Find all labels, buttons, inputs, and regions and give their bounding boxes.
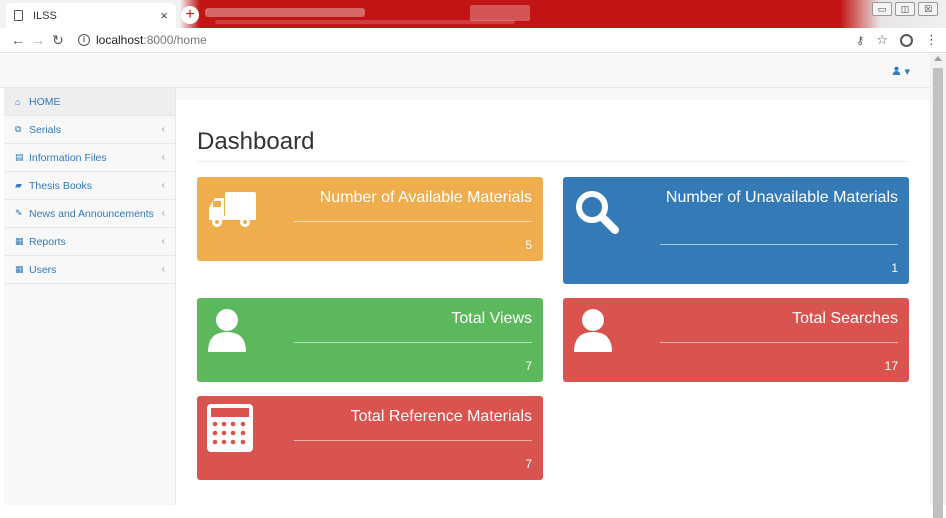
star-icon[interactable]: ☆ bbox=[876, 32, 888, 48]
page-title: Dashboard bbox=[197, 128, 315, 155]
tab-title: ILSS bbox=[33, 9, 57, 22]
card-divider bbox=[660, 244, 898, 245]
chevron-left-icon: ‹ bbox=[161, 152, 165, 163]
blurred-tab-region bbox=[215, 20, 515, 24]
user-icon bbox=[893, 66, 901, 75]
sidebar-item-thesis-books[interactable]: ▰ Thesis Books ‹ bbox=[4, 172, 175, 200]
site-info-icon[interactable]: i bbox=[78, 34, 90, 46]
sidebar-item-label: HOME bbox=[29, 95, 61, 108]
sidebar-item-label: News and Announcements bbox=[29, 207, 154, 220]
sidebar-item-label: Users bbox=[29, 263, 57, 276]
browser-tabstrip: ILSS × + ▭ ◫ ☒ bbox=[0, 0, 946, 28]
content-top-gap bbox=[176, 88, 930, 100]
url-path: :8000/home bbox=[143, 33, 207, 47]
blurred-tab-region bbox=[470, 5, 530, 21]
forward-arrow-icon[interactable]: → bbox=[28, 32, 48, 48]
card-title: Number of Available Materials bbox=[319, 189, 532, 206]
app-top-navbar: ▾ bbox=[0, 54, 930, 88]
table-icon: ▦ bbox=[15, 264, 24, 274]
sidebar-item-news-announcements[interactable]: ✎ News and Announcements ‹ bbox=[4, 200, 175, 228]
card-title: Total Views bbox=[451, 310, 532, 327]
table-icon: ▦ bbox=[15, 236, 24, 246]
browser-toolbar: ← → ↻ i localhost:8000/home ⚷ ☆ ⋮ bbox=[0, 28, 946, 53]
chevron-left-icon: ‹ bbox=[161, 264, 165, 275]
url-host: localhost bbox=[96, 33, 144, 47]
title-divider bbox=[197, 161, 909, 162]
tab-close-icon[interactable]: × bbox=[160, 8, 168, 23]
window-controls: ▭ ◫ ☒ bbox=[872, 2, 938, 16]
card-available-materials[interactable]: Number of Available Materials 5 bbox=[197, 177, 543, 261]
card-total-searches[interactable]: Total Searches 17 bbox=[563, 298, 909, 382]
card-divider bbox=[294, 440, 532, 441]
card-divider bbox=[660, 342, 898, 343]
sidebar-item-label: Thesis Books bbox=[29, 179, 93, 192]
sidebar-item-home[interactable]: ⌂ HOME bbox=[4, 88, 175, 116]
chevron-left-icon: ‹ bbox=[161, 124, 165, 135]
browser-tab[interactable]: ILSS × bbox=[6, 3, 176, 28]
restore-button[interactable]: ◫ bbox=[895, 2, 915, 16]
truck-icon bbox=[209, 192, 256, 227]
card-divider bbox=[294, 342, 532, 343]
close-window-button[interactable]: ☒ bbox=[918, 2, 938, 16]
sidebar: ⌂ HOME ⧉ Serials ‹ ▤ Information Files ‹… bbox=[4, 88, 176, 505]
reload-icon[interactable]: ↻ bbox=[48, 32, 68, 49]
card-unavailable-materials[interactable]: Number of Unavailable Materials 1 bbox=[563, 177, 909, 284]
chevron-left-icon: ‹ bbox=[161, 180, 165, 191]
edit-icon: ✎ bbox=[15, 208, 23, 218]
user-icon bbox=[574, 309, 612, 352]
profile-icon[interactable] bbox=[900, 33, 913, 47]
card-value: 7 bbox=[525, 359, 532, 373]
scroll-thumb[interactable] bbox=[933, 68, 943, 518]
key-icon[interactable]: ⚷ bbox=[856, 34, 864, 47]
main-content: Dashboard Number of Available Materials … bbox=[176, 88, 930, 505]
card-value: 1 bbox=[891, 261, 898, 275]
book-icon: ▰ bbox=[15, 180, 22, 190]
card-value: 5 bbox=[525, 238, 532, 252]
address-bar[interactable]: localhost:8000/home bbox=[96, 33, 856, 47]
file-icon: ▤ bbox=[15, 152, 24, 162]
page-icon bbox=[14, 10, 23, 21]
blurred-tab-region bbox=[205, 8, 365, 17]
menu-dots-icon[interactable]: ⋮ bbox=[925, 32, 938, 48]
chevron-down-icon: ▾ bbox=[904, 66, 910, 78]
sidebar-item-label: Reports bbox=[29, 235, 66, 248]
card-total-reference-materials[interactable]: Total Reference Materials 7 bbox=[197, 396, 543, 480]
chevron-left-icon: ‹ bbox=[161, 208, 165, 219]
back-arrow-icon[interactable]: ← bbox=[8, 32, 28, 48]
card-title: Total Searches bbox=[792, 310, 898, 327]
card-total-views[interactable]: Total Views 7 bbox=[197, 298, 543, 382]
sidebar-item-label: Information Files bbox=[29, 151, 107, 164]
sidebar-item-information-files[interactable]: ▤ Information Files ‹ bbox=[4, 144, 175, 172]
card-divider bbox=[294, 221, 532, 222]
home-icon: ⌂ bbox=[15, 96, 21, 107]
card-title: Number of Unavailable Materials bbox=[665, 189, 898, 206]
calculator-icon bbox=[207, 404, 253, 452]
chevron-left-icon: ‹ bbox=[161, 236, 165, 247]
search-icon bbox=[576, 191, 619, 234]
card-value: 7 bbox=[525, 457, 532, 471]
user-menu-dropdown[interactable]: ▾ bbox=[892, 65, 910, 78]
new-tab-button[interactable]: + bbox=[181, 6, 199, 24]
minimize-button[interactable]: ▭ bbox=[872, 2, 892, 16]
sidebar-item-reports[interactable]: ▦ Reports ‹ bbox=[4, 228, 175, 256]
sidebar-item-label: Serials bbox=[29, 123, 62, 136]
page-scrollbar[interactable] bbox=[930, 54, 946, 518]
copy-icon: ⧉ bbox=[15, 124, 22, 134]
sidebar-item-users[interactable]: ▦ Users ‹ bbox=[4, 256, 175, 284]
user-icon bbox=[208, 309, 246, 352]
card-value: 17 bbox=[884, 359, 898, 373]
sidebar-item-serials[interactable]: ⧉ Serials ‹ bbox=[4, 116, 175, 144]
card-title: Total Reference Materials bbox=[350, 408, 532, 425]
scroll-up-arrow[interactable] bbox=[934, 56, 942, 61]
